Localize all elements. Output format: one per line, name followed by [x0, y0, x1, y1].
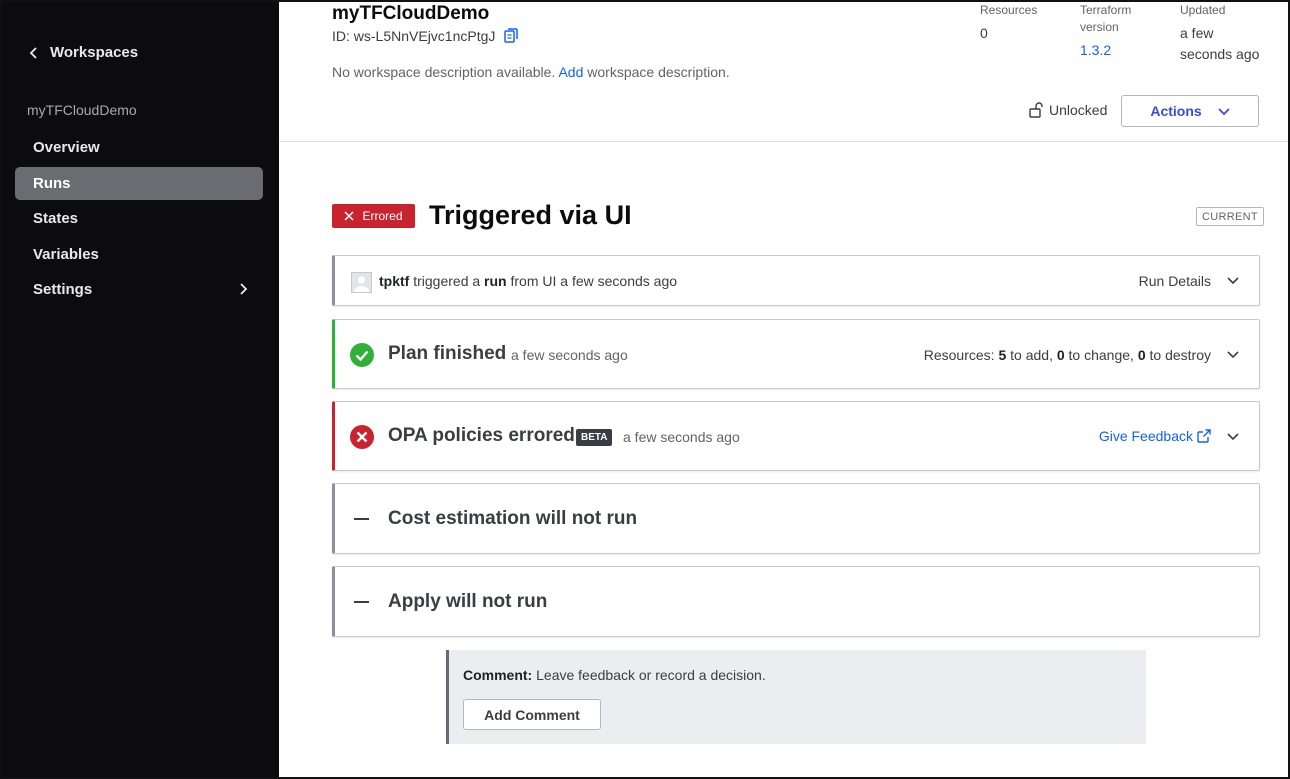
apply-card: Apply will not run	[332, 566, 1260, 637]
dash-icon	[354, 601, 369, 603]
back-to-workspaces-link[interactable]: Workspaces	[28, 44, 138, 61]
trigger-text-2: from UI a few seconds ago	[510, 273, 678, 289]
meta-updated-value-line1: a few	[1180, 25, 1214, 41]
chevron-down-icon	[1218, 108, 1230, 116]
main-content: myTFCloudDemo ID: ws-L5NnVEjvc1ncPtgJ No…	[279, 0, 1290, 779]
sidebar-item-states[interactable]: States	[15, 202, 263, 235]
meta-resources: Resources 0	[980, 2, 1037, 44]
terraform-version-link[interactable]: 1.3.2	[1080, 40, 1131, 61]
add-comment-button[interactable]: Add Comment	[463, 699, 601, 730]
plan-change-count: 0	[1056, 347, 1065, 363]
avatar	[351, 272, 372, 293]
description-prefix: No workspace description available.	[332, 64, 556, 80]
sidebar-item-label: Runs	[33, 174, 71, 192]
meta-updated: Updated a few seconds ago	[1180, 2, 1259, 65]
comment-label: Comment:	[463, 667, 533, 683]
workspace-title: myTFCloudDemo	[332, 3, 490, 24]
sidebar-item-runs[interactable]: Runs	[15, 166, 263, 200]
give-feedback-label: Give Feedback	[1098, 428, 1193, 444]
chevron-left-icon	[29, 46, 37, 59]
sidebar-item-variables[interactable]: Variables	[15, 238, 263, 271]
meta-resources-label: Resources	[980, 3, 1038, 17]
run-details-label[interactable]: Run Details	[1139, 273, 1211, 289]
opa-policies-card[interactable]: OPA policies errored BETA a few seconds …	[332, 401, 1260, 471]
chevron-down-icon[interactable]	[1227, 430, 1239, 442]
trigger-text: tpktf triggered a run from UI a few seco…	[379, 273, 677, 289]
plan-card[interactable]: Plan finished a few seconds ago Resource…	[332, 319, 1260, 389]
copy-icon[interactable]	[503, 28, 519, 44]
comment-box: Comment: Leave feedback or record a deci…	[446, 650, 1146, 744]
chevron-down-icon[interactable]	[1227, 274, 1239, 286]
plan-destroy-count: 0	[1137, 347, 1146, 363]
beta-badge: BETA	[576, 429, 613, 446]
external-link-icon	[1197, 429, 1211, 443]
add-description-link[interactable]: Add	[558, 64, 583, 80]
apply-title: Apply will not run	[388, 591, 548, 612]
give-feedback-link[interactable]: Give Feedback	[1099, 428, 1211, 444]
meta-terraform-label-2: version	[1080, 20, 1119, 34]
x-icon	[344, 211, 355, 221]
trigger-user[interactable]: tpktf	[379, 273, 409, 289]
sidebar-item-label: Settings	[33, 281, 93, 298]
lock-status-label: Unlocked	[1049, 102, 1108, 118]
comment-text: Comment: Leave feedback or record a deci…	[463, 667, 766, 683]
plan-add-count: 5	[998, 347, 1007, 363]
actions-button[interactable]: Actions	[1121, 95, 1259, 127]
user-avatar-icon	[354, 276, 369, 292]
actions-label: Actions	[1150, 103, 1202, 119]
chevron-right-icon	[240, 283, 248, 295]
dash-icon	[354, 518, 369, 520]
trigger-text-1: triggered a	[413, 273, 481, 289]
sidebar: Workspaces myTFCloudDemo Overview Runs S…	[0, 0, 279, 779]
lock-status[interactable]: Unlocked	[1029, 102, 1107, 118]
plan-add-text: to add,	[1010, 347, 1053, 363]
sidebar-item-settings[interactable]: Settings	[15, 273, 263, 306]
header-divider	[279, 141, 1290, 142]
plan-change-text: to change,	[1068, 347, 1134, 363]
sidebar-workspace-name: myTFCloudDemo	[27, 102, 137, 118]
sidebar-item-label: Variables	[33, 245, 99, 263]
comment-placeholder: Leave feedback or record a decision.	[536, 667, 766, 683]
status-badge: Errored	[332, 204, 415, 228]
unlock-icon	[1029, 102, 1043, 118]
sidebar-item-overview[interactable]: Overview	[15, 131, 263, 164]
workspace-description: No workspace description available. Add …	[332, 64, 730, 80]
back-label: Workspaces	[50, 44, 139, 61]
cost-title: Cost estimation will not run	[388, 508, 638, 529]
meta-updated-label: Updated	[1180, 3, 1226, 17]
sidebar-nav: Overview Runs States Variables Settings	[15, 131, 263, 309]
opa-title: OPA policies errored	[388, 425, 575, 446]
meta-terraform-label-1: Terraform	[1080, 3, 1132, 17]
status-badge-label: Errored	[362, 209, 403, 223]
plan-resources-label: Resources:	[923, 347, 995, 363]
trigger-run-word: run	[484, 273, 507, 289]
cost-estimation-card: Cost estimation will not run	[332, 483, 1260, 554]
plan-resources: Resources: 5 to add, 0 to change, 0 to d…	[924, 347, 1211, 363]
plan-title: Plan finished	[388, 343, 507, 364]
meta-resources-value: 0	[980, 25, 988, 41]
meta-terraform-version: Terraform version 1.3.2	[1080, 2, 1131, 61]
x-circle-icon	[350, 425, 374, 449]
meta-updated-value-line2: seconds ago	[1180, 46, 1260, 62]
sidebar-item-label: Overview	[33, 139, 100, 156]
opa-time: a few seconds ago	[623, 429, 740, 445]
current-tag: CURRENT	[1196, 207, 1264, 226]
check-circle-icon	[350, 343, 374, 367]
plan-time: a few seconds ago	[511, 347, 628, 363]
workspace-id: ID: ws-L5NnVEjvc1ncPtgJ	[332, 28, 519, 44]
chevron-down-icon[interactable]	[1227, 348, 1239, 360]
workspace-id-label: ID: ws-L5NnVEjvc1ncPtgJ	[332, 28, 496, 44]
sidebar-item-label: States	[33, 210, 79, 227]
plan-destroy-text: to destroy	[1149, 347, 1211, 363]
description-suffix: workspace description.	[587, 64, 730, 80]
run-trigger-card[interactable]: tpktf triggered a run from UI a few seco…	[332, 255, 1260, 306]
run-title: Triggered via UI	[429, 200, 632, 230]
meta-updated-value: a few seconds ago	[1180, 23, 1259, 65]
